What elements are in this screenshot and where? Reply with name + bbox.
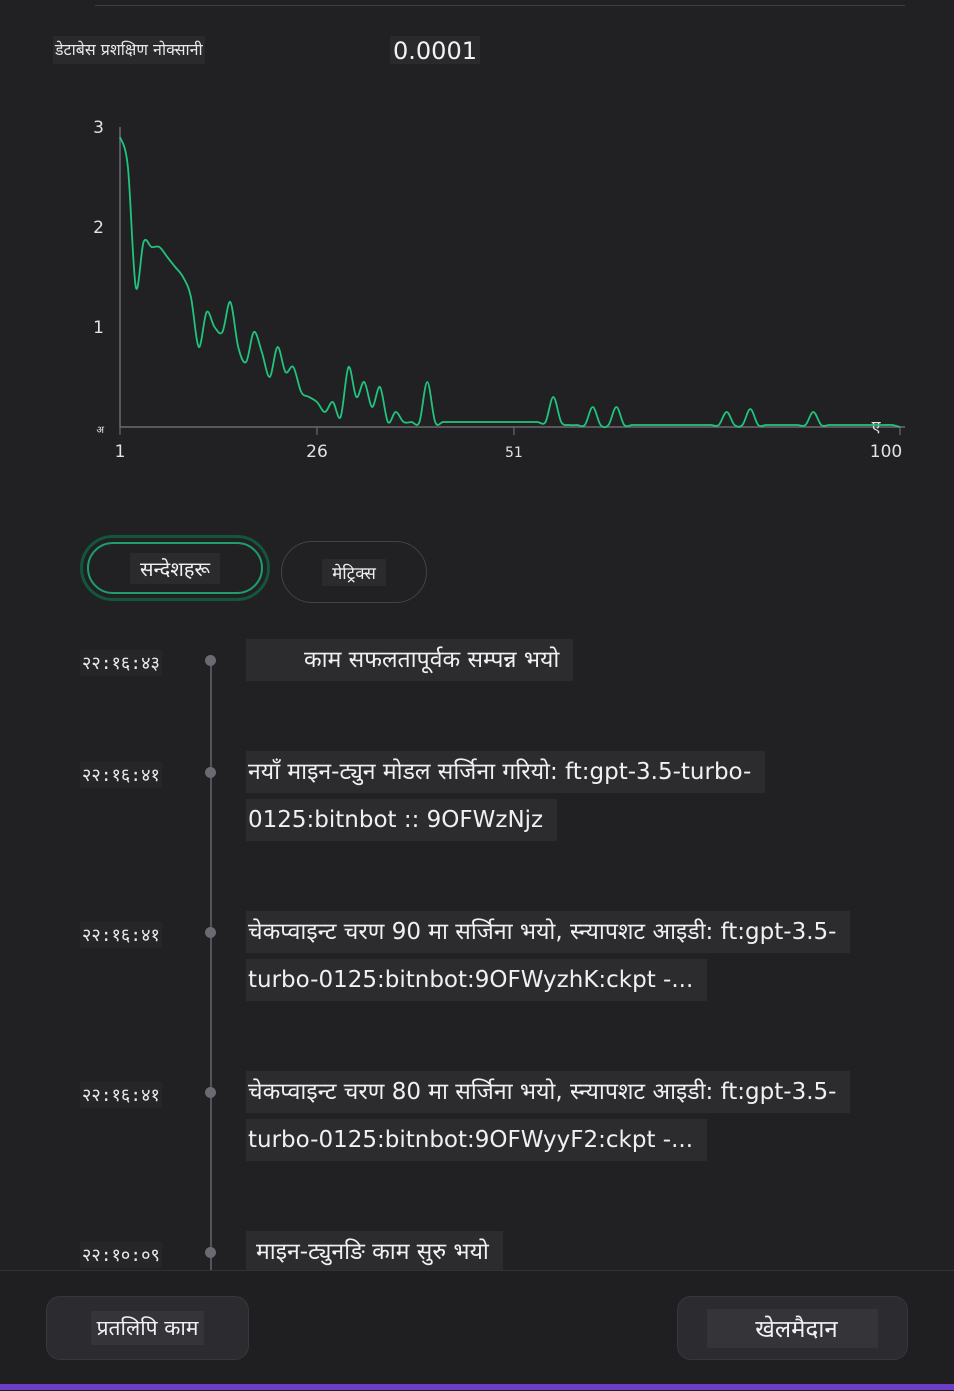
event-time: २२:१०:०९: [80, 1242, 162, 1268]
y-tick-label: अ: [96, 425, 104, 436]
tab-messages[interactable]: सन्देशहरू: [80, 535, 270, 601]
event-time: २२:१६:४१: [80, 762, 162, 788]
timeline-dot: [205, 1247, 216, 1258]
event-message: चेकप्वाइन्ट चरण 90 मा सर्जिना भयो, स्न्य…: [246, 908, 852, 1004]
event-message: नयाँ माइन-ट्युन मोडल सर्जिना गरियो: ft:g…: [246, 748, 836, 844]
metric-value: 0.0001: [390, 36, 480, 65]
playground-button[interactable]: खेलमैदान: [677, 1296, 908, 1360]
x-tick-label: 51: [505, 445, 523, 461]
playground-label: खेलमैदान: [707, 1308, 878, 1348]
x-tick-label: 1: [115, 442, 126, 462]
timeline-rail: [210, 655, 212, 1270]
event-message: काम सफलतापूर्वक सम्पन्न भयो: [246, 636, 852, 684]
timeline-dot: [205, 767, 216, 778]
tab-messages-label: सन्देशहरू: [129, 552, 221, 584]
y-tick-label: 1: [93, 318, 104, 338]
y-tick-label: 3: [93, 118, 104, 138]
tab-metrics-label: मेट्रिक्स: [322, 558, 386, 586]
tab-metrics[interactable]: मेट्रिक्स: [281, 541, 427, 603]
copy-job-button[interactable]: प्रतलिपि काम: [46, 1296, 249, 1360]
x-tick-label: 26: [306, 442, 328, 462]
timeline-dot: [205, 1087, 216, 1098]
loss-series-line: [119, 136, 901, 429]
metric-label: डेटाबेस प्रशक्षिण नोक्सानी: [53, 36, 205, 64]
loss-chart: अ1231 26 51 100ए: [93, 118, 905, 462]
event-time: २२:१६:४३: [80, 650, 162, 676]
x-tick-label: 100: [870, 442, 902, 462]
copy-job-label: प्रतलिपि काम: [90, 1311, 205, 1345]
timeline-dot: [205, 927, 216, 938]
event-time: २२:१६:४१: [80, 1082, 162, 1108]
event-message: चेकप्वाइन्ट चरण 80 मा सर्जिना भयो, स्न्य…: [246, 1068, 852, 1164]
accent-strip: [0, 1384, 954, 1390]
timeline-dot: [205, 655, 216, 666]
x-axis-end-label: ए: [872, 417, 882, 436]
event-time: २२:१६:४१: [80, 922, 162, 948]
event-message: माइन-ट्युनङि काम सुरु भयो: [246, 1228, 852, 1276]
top-divider: [95, 5, 905, 6]
y-tick-label: 2: [93, 218, 104, 238]
